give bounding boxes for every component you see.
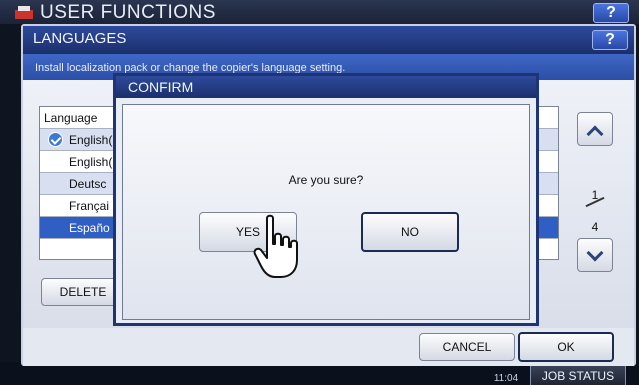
confirm-title: CONFIRM [128,79,194,95]
row-label: Españo [69,221,110,235]
user-functions-logo-icon [15,6,33,19]
no-button[interactable]: NO [361,212,459,252]
ok-button[interactable]: OK [518,332,614,362]
clock-time: 11:04 [493,373,519,384]
row-label: English( [69,155,113,169]
confirm-body: Are you sure? YES NO [122,104,530,320]
hand-pointer-icon [253,214,298,278]
help-button[interactable]: ? [593,3,629,23]
confirm-dialog: CONFIRM Are you sure? YES NO [113,73,539,326]
check-icon [48,132,63,147]
scroll-up-button[interactable] [577,112,613,146]
row-label: Deutsc [69,177,107,191]
row-label: English( [69,133,113,147]
page-total: 4 [591,220,599,234]
chevron-down-icon [586,244,604,262]
languages-title-bar: LANGUAGES ? [23,26,634,54]
confirm-message: Are you sure? [288,173,364,187]
user-functions-title: USER FUNCTIONS [40,2,216,23]
languages-footer: CANCEL OK [23,328,634,366]
row-label: Françai [69,199,110,213]
user-functions-header: USER FUNCTIONS ? [0,0,639,24]
scroll-down-button[interactable] [577,238,613,272]
languages-help-button[interactable]: ? [592,30,628,50]
confirm-title-bar: CONFIRM [116,76,536,98]
languages-title: LANGUAGES [33,30,127,47]
job-status-button[interactable]: JOB STATUS [530,365,626,385]
cancel-button[interactable]: CANCEL [419,333,515,361]
language-column-header: Language [44,111,98,125]
chevron-up-icon [586,125,604,143]
